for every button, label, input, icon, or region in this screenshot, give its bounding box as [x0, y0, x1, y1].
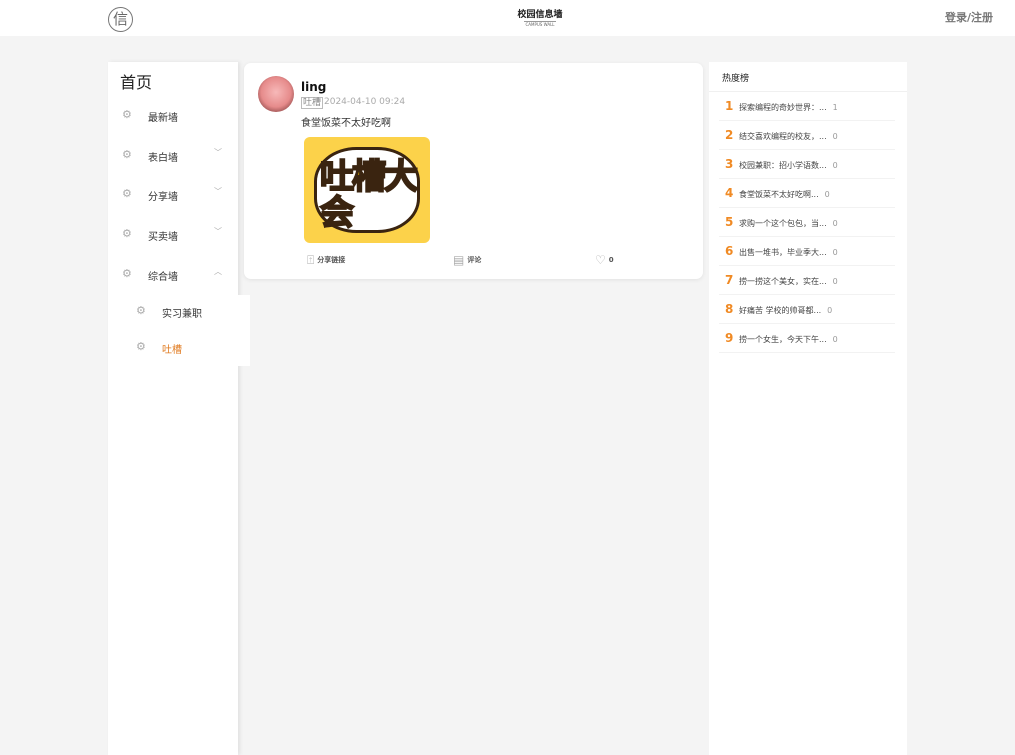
hot-item-text: 食堂饭菜不太好吃啊...: [739, 190, 819, 199]
gear-icon: ⚙: [122, 227, 132, 240]
hot-item-count: 0: [832, 335, 838, 344]
rank-number: 1: [725, 99, 734, 113]
gear-icon: ⚙: [122, 267, 132, 280]
sidebar-subitem-internship[interactable]: ⚙ 实习兼职: [108, 302, 250, 322]
sidebar-item-label: 买卖墙: [148, 232, 178, 243]
gear-icon: ⚙: [136, 340, 146, 353]
sidebar-item-trade[interactable]: ⚙ 买卖墙 ﹀: [108, 225, 238, 245]
sidebar-home[interactable]: 首页: [120, 69, 152, 93]
gear-icon: ⚙: [122, 108, 132, 121]
hot-ranking-panel: 热度榜 1 探索编程的奇妙世界：... 1 2 结交喜欢编程的校友，... 0 3 校园兼职：…: [709, 62, 907, 755]
rank-number: 3: [725, 157, 734, 171]
post-tag: 吐槽: [301, 97, 324, 109]
hot-item-title: 出售一堆书，毕业季大... 0: [739, 247, 838, 258]
gear-icon: ⚙: [122, 148, 132, 161]
chevron-up-icon: ︿: [214, 267, 222, 276]
sidebar-item-label: 实习兼职: [162, 309, 202, 320]
brand-subtitle: CAMPUS WALL: [524, 21, 556, 27]
rank-number: 7: [725, 273, 734, 287]
gear-icon: ⚙: [136, 304, 146, 317]
sidebar-item-label: 表白墙: [148, 153, 178, 164]
hot-item-title: 捞一捞这个美女，实在... 0: [739, 276, 838, 287]
share-link-button[interactable]: ⍐ 分享链接: [307, 253, 345, 268]
sidebar-item-label: 分享墙: [148, 192, 178, 203]
hot-list-item[interactable]: 7 捞一捞这个美女，实在... 0: [719, 266, 895, 295]
hot-item-title: 食堂饭菜不太好吃啊... 0: [739, 189, 830, 200]
comment-label: 评论: [467, 256, 482, 264]
sidebar-subitem-complaints[interactable]: ⚙ 吐槽: [108, 338, 250, 358]
hot-item-text: 好痛苦 学校的帅哥都...: [739, 306, 822, 315]
post-card: ling 吐槽 2024-04-10 09:24 食堂饭菜不太好吃啊 吐槽大会 …: [244, 63, 703, 279]
hot-item-count: 0: [832, 219, 838, 228]
rank-number: 4: [725, 186, 734, 200]
post-content: 食堂饭菜不太好吃啊: [301, 118, 391, 129]
chevron-down-icon: ﹀: [214, 187, 222, 196]
hot-item-title: 捞一个女生，今天下午... 0: [739, 334, 838, 345]
top-header: 信 校园信息墙 CAMPUS WALL 登录/注册: [0, 0, 1015, 36]
rank-number: 6: [725, 244, 734, 258]
share-icon: ⍐: [307, 253, 315, 267]
hot-item-count: 0: [832, 132, 838, 141]
rank-number: 2: [725, 128, 734, 142]
sidebar-item-share[interactable]: ⚙ 分享墙 ﹀: [108, 185, 238, 205]
hot-item-count: 0: [824, 190, 830, 199]
sidebar-item-label: 吐槽: [162, 345, 182, 356]
hot-list-item[interactable]: 6 出售一堆书，毕业季大... 0: [719, 237, 895, 266]
hot-item-title: 求购一个这个包包，当... 0: [739, 218, 838, 229]
avatar[interactable]: [258, 76, 294, 112]
like-count: 0: [608, 256, 614, 264]
heart-icon: ♡: [595, 253, 606, 267]
rank-number: 5: [725, 215, 734, 229]
sidebar-item-label: 最新墙: [148, 113, 178, 124]
hot-item-title: 校园兼职：招小学语数... 0: [739, 160, 838, 171]
hot-list-item[interactable]: 3 校园兼职：招小学语数... 0: [719, 150, 895, 179]
like-button[interactable]: ♡ 0: [595, 253, 614, 267]
hot-ranking-title: 热度榜: [722, 74, 750, 84]
hot-item-title: 探索编程的奇妙世界：... 1: [739, 102, 838, 113]
chevron-down-icon: ﹀: [214, 227, 222, 236]
chevron-down-icon: ﹀: [214, 148, 222, 157]
hot-item-text: 捞一个女生，今天下午...: [739, 335, 827, 344]
post-image[interactable]: 吐槽大会: [304, 137, 430, 243]
hot-item-text: 捞一捞这个美女，实在...: [739, 277, 827, 286]
hot-item-count: 0: [832, 161, 838, 170]
brand-title: 校园信息墙: [517, 10, 563, 20]
sidebar-item-general[interactable]: ⚙ 综合墙 ︿: [108, 265, 238, 285]
post-time: 2024-04-10 09:24: [324, 97, 406, 107]
rank-number: 8: [725, 302, 734, 316]
hot-list-item[interactable]: 9 捞一个女生，今天下午... 0: [719, 324, 895, 353]
hot-item-text: 探索编程的奇妙世界：...: [739, 103, 827, 112]
post-image-text: 吐槽大会: [319, 157, 419, 233]
brand-logo[interactable]: 校园信息墙 CAMPUS WALL: [500, 7, 580, 27]
sidebar: 首页 ⚙ 最新墙 ⚙ 表白墙 ﹀ ⚙ 分享墙 ﹀ ⚙ 买卖墙 ﹀ ⚙ 综合墙 ︿: [108, 62, 238, 755]
hot-item-text: 校园兼职：招小学语数...: [739, 161, 827, 170]
sidebar-item-latest[interactable]: ⚙ 最新墙: [108, 106, 238, 126]
hot-item-count: 1: [832, 103, 838, 112]
hot-item-text: 求购一个这个包包，当...: [739, 219, 827, 228]
gear-icon: ⚙: [122, 187, 132, 200]
submenu-general: ⚙ 实习兼职 ⚙ 吐槽: [108, 295, 250, 366]
hot-item-count: 0: [832, 277, 838, 286]
hot-item-count: 0: [832, 248, 838, 257]
post-username[interactable]: ling: [301, 80, 326, 94]
logo-icon[interactable]: 信: [108, 7, 133, 32]
hot-list-item[interactable]: 4 食堂饭菜不太好吃啊... 0: [719, 179, 895, 208]
hot-item-title: 好痛苦 学校的帅哥都... 0: [739, 305, 832, 316]
hot-list-item[interactable]: 2 结交喜欢编程的校友，... 0: [719, 121, 895, 150]
hot-item-text: 出售一堆书，毕业季大...: [739, 248, 827, 257]
hot-list-item[interactable]: 5 求购一个这个包包，当... 0: [719, 208, 895, 237]
comment-button[interactable]: ▤ 评论: [453, 253, 481, 267]
hot-list-item[interactable]: 8 好痛苦 学校的帅哥都... 0: [719, 295, 895, 324]
hot-list-item[interactable]: 1 探索编程的奇妙世界：... 1: [719, 92, 895, 121]
hot-item-count: 0: [827, 306, 833, 315]
hot-item-title: 结交喜欢编程的校友，... 0: [739, 131, 838, 142]
hot-item-text: 结交喜欢编程的校友，...: [739, 132, 827, 141]
sidebar-item-confession[interactable]: ⚙ 表白墙 ﹀: [108, 146, 238, 166]
login-register-link[interactable]: 登录/注册: [945, 9, 993, 25]
rank-number: 9: [725, 331, 734, 345]
comment-icon: ▤: [453, 253, 465, 267]
share-label: 分享链接: [317, 256, 346, 264]
sidebar-item-label: 综合墙: [148, 272, 178, 283]
